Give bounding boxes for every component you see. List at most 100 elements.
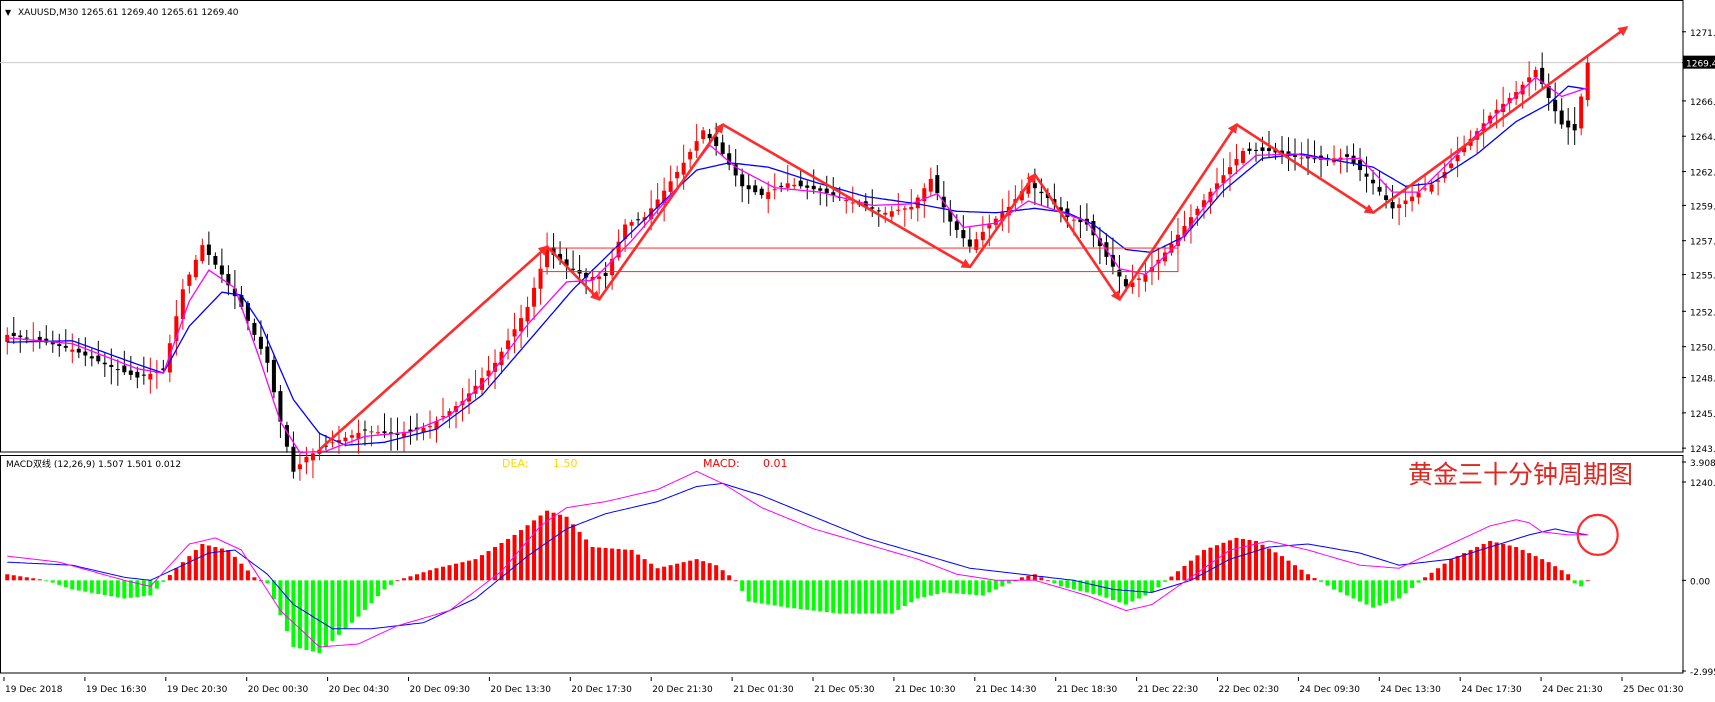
macd-bar-positive	[239, 563, 244, 581]
candle-bull	[1136, 278, 1141, 280]
last-price-tag-label: 1269.4	[1686, 60, 1715, 70]
candle-bear	[1032, 183, 1037, 189]
macd-bar-positive	[408, 576, 413, 581]
macd-bar-positive	[1045, 580, 1050, 582]
macd-bar-negative	[772, 580, 777, 606]
macd-bar-positive	[200, 543, 205, 581]
macd-bar-negative	[369, 580, 374, 604]
macd-bar-positive	[616, 549, 621, 581]
macd-bar-positive	[681, 562, 686, 581]
candle-bull	[987, 224, 992, 229]
macd-bar-positive	[1455, 556, 1460, 581]
candle-bull	[915, 197, 920, 209]
candle-bear	[57, 344, 62, 347]
macd-bar-positive	[174, 568, 179, 581]
candle-bear	[1123, 279, 1128, 287]
macd-bar-negative	[1084, 580, 1089, 593]
macd-bar-positive	[688, 560, 693, 581]
candle-bear	[382, 431, 387, 434]
time-axis-label: 24 Dec 17:30	[1461, 685, 1522, 695]
macd-bar-negative	[1377, 580, 1382, 606]
macd-bar-positive	[5, 574, 10, 581]
macd-bar-negative	[1149, 580, 1154, 593]
macd-bar-negative	[844, 580, 849, 614]
macd-bar-positive	[1559, 570, 1564, 581]
macd-bar-positive	[1520, 550, 1525, 581]
macd-bar-positive	[1286, 560, 1291, 581]
macd-bar-negative	[161, 580, 166, 582]
candle-bear	[271, 359, 276, 393]
macd-bar-negative	[876, 580, 881, 614]
candle-bull	[1533, 70, 1538, 78]
macd-bar-positive	[1279, 556, 1285, 581]
time-axis-label: 21 Dec 01:30	[733, 685, 794, 695]
macd-axis-label: 3.908	[1690, 459, 1715, 469]
candle-bull	[349, 435, 354, 438]
macd-bar-positive	[733, 580, 738, 582]
candle-bull	[148, 373, 153, 380]
macd-bar-negative	[1325, 580, 1330, 586]
macd-bar-positive	[447, 565, 452, 581]
candle-bear	[1260, 147, 1265, 151]
macd-bar-positive	[1462, 553, 1467, 581]
candle-bull	[902, 208, 907, 210]
time-axis-label: 21 Dec 14:30	[976, 685, 1037, 695]
chart-menu-icon[interactable]: ▼	[5, 8, 12, 17]
candle-bear	[935, 175, 940, 194]
macd-bar-positive	[720, 570, 725, 581]
macd-bar-positive	[551, 512, 556, 581]
macd-bar-negative	[980, 580, 985, 596]
macd-bar-negative	[1338, 580, 1343, 593]
candle-bear	[76, 348, 81, 353]
price-axis-label: 1243.2	[1690, 445, 1715, 455]
macd-bar-positive	[219, 548, 224, 581]
macd-bar-negative	[1397, 580, 1402, 599]
candle-bull	[1423, 188, 1428, 190]
candle-bull	[896, 209, 901, 211]
macd-bar-negative	[798, 580, 803, 610]
macd-bar-positive	[1293, 565, 1298, 581]
macd-bar-negative	[1390, 580, 1395, 601]
macd-bar-positive	[454, 563, 459, 581]
price-axis-label: 1250.1	[1690, 344, 1715, 354]
macd-bar-negative	[265, 580, 270, 584]
macd-bar-negative	[96, 580, 101, 594]
candle-bull	[512, 329, 517, 337]
macd-bar-negative	[1364, 580, 1369, 605]
candle-bear	[707, 133, 712, 139]
macd-bar-negative	[922, 580, 927, 597]
candle-bull	[928, 178, 933, 192]
macd-bar-negative	[141, 580, 146, 597]
candle-bear	[1371, 179, 1376, 184]
macd-bar-positive	[1273, 552, 1278, 581]
macd-bar-positive	[187, 556, 192, 581]
candle-bear	[811, 185, 816, 190]
candle-bull	[629, 222, 634, 226]
candle-bull	[310, 453, 315, 461]
candle-bear	[96, 355, 101, 362]
candle-bull	[681, 162, 686, 175]
macd-bar-negative	[362, 580, 367, 610]
macd-bar-positive	[610, 548, 615, 581]
candle-bear	[636, 219, 641, 221]
macd-bar-positive	[584, 539, 589, 581]
macd-bar-negative	[1110, 580, 1115, 601]
macd-bar-negative	[1371, 580, 1376, 608]
macd-bar-negative	[779, 580, 784, 607]
candle-bull	[519, 318, 524, 332]
candle-bear	[1117, 269, 1122, 277]
price-axis-label: 1259.7	[1690, 202, 1715, 212]
macd-bar-positive	[662, 566, 667, 581]
macd-bar-positive	[642, 559, 647, 581]
candle-bull	[785, 183, 790, 188]
candle-bull	[1227, 167, 1232, 175]
candle-bear	[128, 370, 133, 375]
macd-bar-negative	[122, 580, 127, 599]
candle-bull	[850, 202, 855, 204]
macd-bar-negative	[1136, 580, 1141, 599]
candle-bear	[1377, 186, 1382, 192]
candle-bear	[24, 337, 29, 339]
macd-bar-negative	[115, 580, 120, 598]
macd-bar-positive	[525, 525, 530, 581]
macd-bar-positive	[1540, 559, 1545, 581]
